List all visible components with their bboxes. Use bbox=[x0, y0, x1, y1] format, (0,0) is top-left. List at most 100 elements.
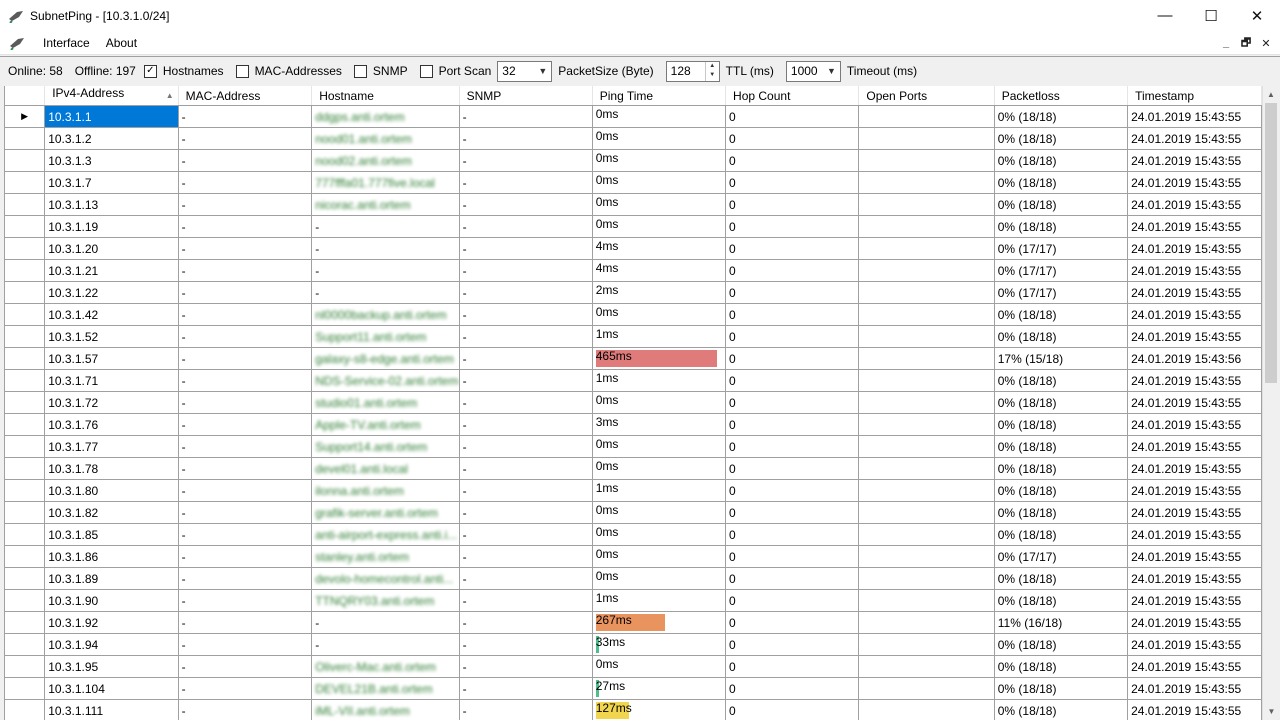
cell-packetloss[interactable]: 0% (18/18) bbox=[994, 325, 1129, 348]
mac-checkbox[interactable]: MAC-Addresses bbox=[235, 64, 342, 78]
cell-mac[interactable]: - bbox=[178, 259, 313, 282]
row-header[interactable] bbox=[5, 303, 46, 326]
cell-timestamp[interactable]: 24.01.2019 15:43:55 bbox=[1127, 479, 1262, 502]
column-header-mac[interactable]: MAC-Address bbox=[178, 86, 313, 106]
cell-packetloss[interactable]: 0% (18/18) bbox=[994, 171, 1129, 194]
cell-packetloss[interactable]: 0% (17/17) bbox=[994, 281, 1129, 304]
row-header[interactable] bbox=[5, 369, 46, 392]
cell-packetloss[interactable]: 0% (18/18) bbox=[994, 589, 1129, 612]
cell-open-ports[interactable] bbox=[858, 237, 995, 260]
table-row[interactable]: 10.3.1.2- nood01.anti.ortem -0ms 0 0% (18/18… bbox=[5, 127, 1262, 150]
cell-hop-count[interactable]: 0 bbox=[725, 457, 860, 480]
cell-snmp[interactable]: - bbox=[459, 325, 593, 348]
table-row[interactable]: 10.3.1.92- - -267ms 0 11% (16/18) 24.01.2019 … bbox=[5, 611, 1262, 634]
cell-ping-time[interactable]: 0ms bbox=[592, 193, 727, 216]
cell-hop-count[interactable]: 0 bbox=[725, 171, 860, 194]
cell-mac[interactable]: - bbox=[178, 523, 313, 546]
cell-hostname[interactable]: grafik-server.anti.ortem bbox=[311, 501, 460, 524]
row-header[interactable] bbox=[5, 259, 46, 282]
cell-timestamp[interactable]: 24.01.2019 15:43:55 bbox=[1127, 215, 1262, 238]
cell-timestamp[interactable]: 24.01.2019 15:43:55 bbox=[1127, 589, 1262, 612]
cell-mac[interactable]: - bbox=[178, 325, 313, 348]
cell-open-ports[interactable] bbox=[858, 457, 995, 480]
cell-snmp[interactable]: - bbox=[459, 567, 593, 590]
cell-open-ports[interactable] bbox=[858, 589, 995, 612]
cell-mac[interactable]: - bbox=[178, 193, 313, 216]
packetsize-select[interactable]: 32 ▼ bbox=[497, 60, 553, 82]
minimize-button[interactable]: — bbox=[1142, 0, 1188, 31]
cell-ipv4[interactable]: 10.3.1.104 bbox=[44, 677, 179, 700]
column-header-ipv4[interactable]: IPv4-Address ▲ bbox=[44, 86, 179, 106]
cell-hop-count[interactable]: 0 bbox=[725, 699, 860, 720]
cell-open-ports[interactable] bbox=[858, 369, 995, 392]
cell-ipv4[interactable]: 10.3.1.52 bbox=[44, 325, 179, 348]
cell-hostname[interactable]: Support11.anti.ortem bbox=[311, 325, 460, 348]
cell-snmp[interactable]: - bbox=[459, 237, 593, 260]
table-row[interactable]: 10.3.1.94- - -33ms 0 0% (18/18) 24.01.2019 15… bbox=[5, 633, 1262, 656]
cell-ping-time[interactable]: 2ms bbox=[592, 281, 727, 304]
row-header[interactable] bbox=[5, 237, 46, 260]
cell-mac[interactable]: - bbox=[178, 545, 313, 568]
cell-hostname[interactable]: nood02.anti.ortem bbox=[311, 149, 460, 172]
cell-timestamp[interactable]: 24.01.2019 15:43:55 bbox=[1127, 633, 1262, 656]
hostnames-checkbox[interactable]: ✓ Hostnames bbox=[143, 64, 224, 78]
cell-snmp[interactable]: - bbox=[459, 523, 593, 546]
cell-timestamp[interactable]: 24.01.2019 15:43:55 bbox=[1127, 699, 1262, 720]
row-header[interactable] bbox=[5, 567, 46, 590]
table-row[interactable]: 10.3.1.111- iML-VII.anti.ortem -127ms 0 0% (… bbox=[5, 699, 1262, 720]
cell-hop-count[interactable]: 0 bbox=[725, 501, 860, 524]
cell-open-ports[interactable] bbox=[858, 545, 995, 568]
cell-open-ports[interactable] bbox=[858, 501, 995, 524]
cell-ping-time[interactable]: 0ms bbox=[592, 391, 727, 414]
cell-snmp[interactable]: - bbox=[459, 347, 593, 370]
cell-hostname[interactable]: galaxy-s8-edge.anti.ortem bbox=[311, 347, 460, 370]
cell-mac[interactable]: - bbox=[178, 677, 313, 700]
cell-packetloss[interactable]: 0% (18/18) bbox=[994, 523, 1129, 546]
cell-ipv4[interactable]: 10.3.1.22 bbox=[44, 281, 179, 304]
cell-hostname[interactable]: anti-airport-express.anti.i... bbox=[311, 523, 460, 546]
cell-ping-time[interactable]: 0ms bbox=[592, 303, 727, 326]
row-header[interactable] bbox=[5, 391, 46, 414]
row-header[interactable] bbox=[5, 171, 46, 194]
cell-ipv4[interactable]: 10.3.1.85 bbox=[44, 523, 179, 546]
cell-mac[interactable]: - bbox=[178, 589, 313, 612]
cell-ipv4[interactable]: 10.3.1.57 bbox=[44, 347, 179, 370]
cell-open-ports[interactable] bbox=[858, 281, 995, 304]
cell-mac[interactable]: - bbox=[178, 633, 313, 656]
cell-timestamp[interactable]: 24.01.2019 15:43:55 bbox=[1127, 435, 1262, 458]
cell-packetloss[interactable]: 0% (18/18) bbox=[994, 413, 1129, 436]
cell-snmp[interactable]: - bbox=[459, 193, 593, 216]
cell-snmp[interactable]: - bbox=[459, 589, 593, 612]
cell-hop-count[interactable]: 0 bbox=[725, 545, 860, 568]
cell-packetloss[interactable]: 11% (16/18) bbox=[994, 611, 1129, 634]
cell-mac[interactable]: - bbox=[178, 501, 313, 524]
row-header[interactable] bbox=[5, 589, 46, 612]
cell-ping-time[interactable]: 0ms bbox=[592, 105, 727, 128]
table-row[interactable]: 10.3.1.21- - -4ms 0 0% (17/17) 24.01.2019 15:… bbox=[5, 259, 1262, 282]
table-row[interactable]: 10.3.1.78- devel01.anti.local -0ms 0 0% (18/… bbox=[5, 457, 1262, 480]
mdi-close-button[interactable]: ✕ bbox=[1256, 37, 1276, 50]
cell-open-ports[interactable] bbox=[858, 127, 995, 150]
mdi-minimize-button[interactable]: _ bbox=[1216, 37, 1236, 49]
column-header-hostname[interactable]: Hostname bbox=[311, 86, 460, 106]
cell-mac[interactable]: - bbox=[178, 699, 313, 720]
cell-ipv4[interactable]: 10.3.1.2 bbox=[44, 127, 179, 150]
cell-timestamp[interactable]: 24.01.2019 15:43:55 bbox=[1127, 391, 1262, 414]
cell-hostname[interactable]: ilonna.anti.ortem bbox=[311, 479, 460, 502]
cell-timestamp[interactable]: 24.01.2019 15:43:55 bbox=[1127, 193, 1262, 216]
cell-hop-count[interactable]: 0 bbox=[725, 391, 860, 414]
cell-timestamp[interactable]: 24.01.2019 15:43:55 bbox=[1127, 303, 1262, 326]
close-button[interactable]: ✕ bbox=[1234, 0, 1280, 31]
cell-timestamp[interactable]: 24.01.2019 15:43:56 bbox=[1127, 347, 1262, 370]
cell-ipv4[interactable]: 10.3.1.42 bbox=[44, 303, 179, 326]
cell-packetloss[interactable]: 0% (18/18) bbox=[994, 699, 1129, 720]
cell-timestamp[interactable]: 24.01.2019 15:43:55 bbox=[1127, 369, 1262, 392]
column-header-ping-time[interactable]: Ping Time bbox=[592, 86, 727, 106]
cell-mac[interactable]: - bbox=[178, 237, 313, 260]
scrollbar-thumb[interactable] bbox=[1265, 103, 1277, 383]
cell-ipv4[interactable]: 10.3.1.94 bbox=[44, 633, 179, 656]
cell-hop-count[interactable]: 0 bbox=[725, 303, 860, 326]
cell-ping-time[interactable]: 1ms bbox=[592, 589, 727, 612]
table-row[interactable]: 10.3.1.19- - -0ms 0 0% (18/18) 24.01.2019 15:… bbox=[5, 215, 1262, 238]
row-header[interactable] bbox=[5, 677, 46, 700]
